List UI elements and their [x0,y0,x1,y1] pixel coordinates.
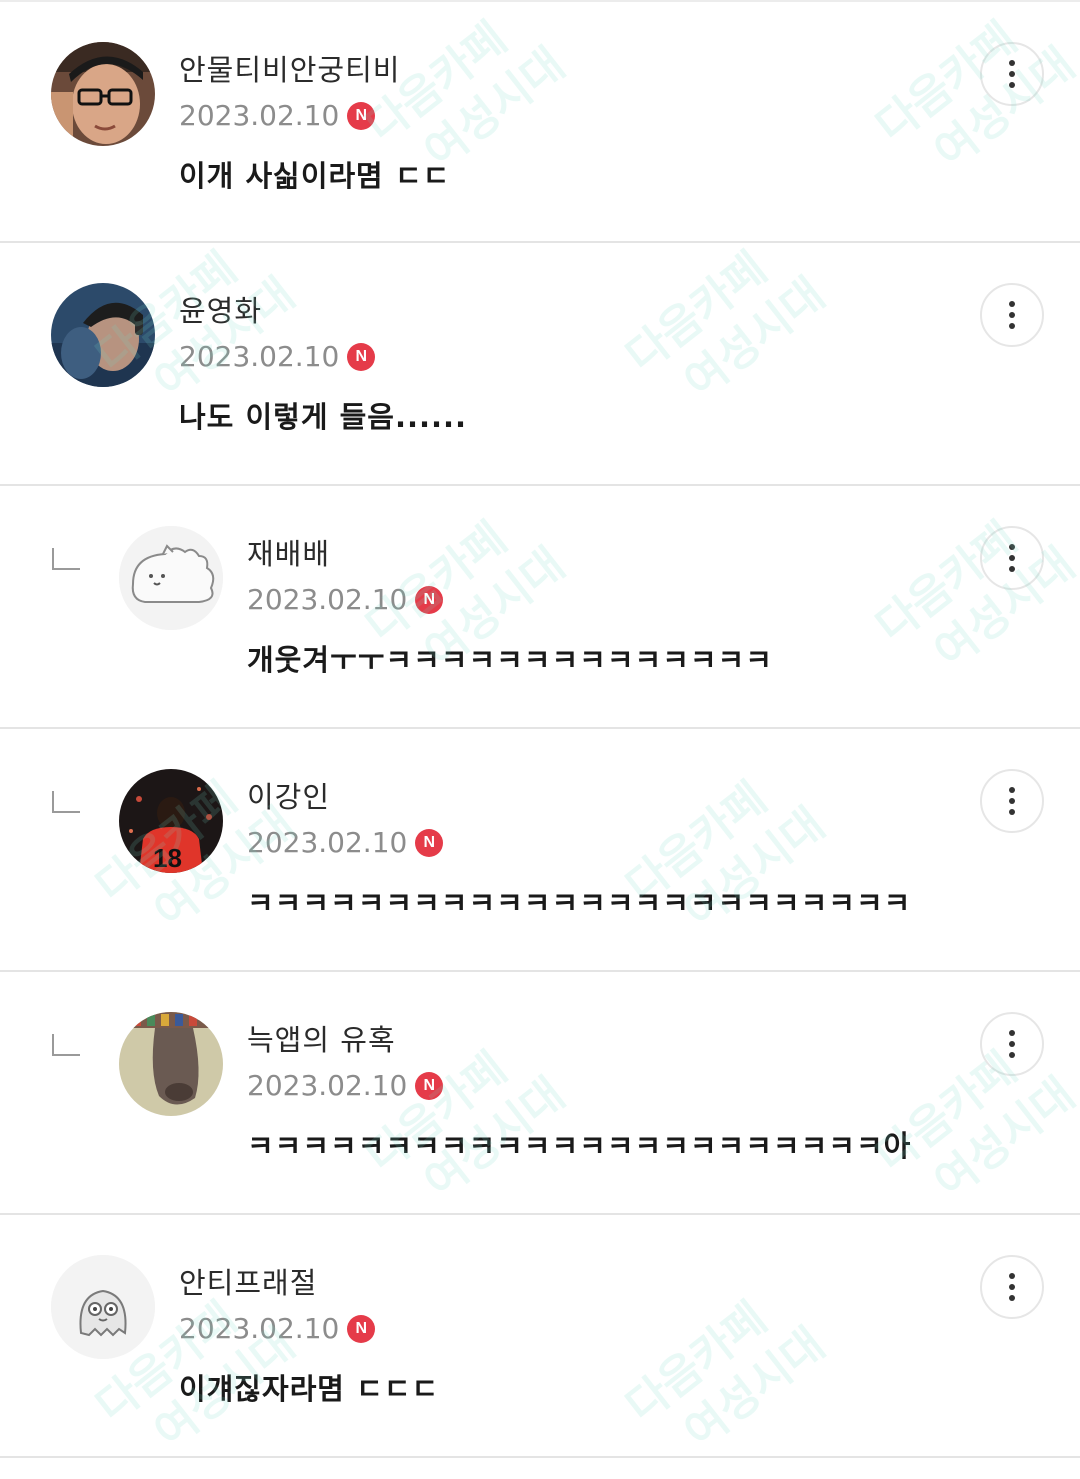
comment-date: 2023.02.10 [179,340,340,373]
more-options-button[interactable] [980,1012,1044,1076]
comment-author[interactable]: 재배배 [247,534,773,574]
avatar[interactable] [119,1012,223,1116]
more-dot-icon [1009,1273,1015,1279]
more-dot-icon [1009,301,1015,307]
comment-item-reply: 늑앱의 유혹 2023.02.10 N ㅋㅋㅋㅋㅋㅋㅋㅋㅋㅋㅋㅋㅋㅋㅋㅋㅋㅋㅋㅋ… [0,972,1080,1215]
comment-list: 안물티비안궁티비 2023.02.10 N 이개 사싦이라몀 ㄷㄷ 윤영화 20… [0,0,1080,1458]
user-photo-icon [51,42,155,146]
comment-text: 개웃겨ㅜㅜㅋㅋㅋㅋㅋㅋㅋㅋㅋㅋㅋㅋㅋㅋ [247,643,773,677]
comment-text: 나도 이렇게 들음...... [179,400,468,434]
avatar[interactable] [119,526,223,630]
comment-item-reply: 18 이강인 2023.02.10 N ㅋㅋㅋㅋㅋㅋㅋㅋㅋㅋㅋㅋㅋㅋㅋㅋㅋㅋㅋㅋ… [0,729,1080,972]
new-badge: N [347,1315,376,1343]
svg-text:18: 18 [153,843,182,873]
soccer-player-photo-icon: 18 [119,769,223,873]
reply-indicator-icon [52,548,80,570]
more-dot-icon [1009,566,1015,572]
animal-photo-icon [119,1012,223,1116]
comment-item-reply: 재배배 2023.02.10 N 개웃겨ㅜㅜㅋㅋㅋㅋㅋㅋㅋㅋㅋㅋㅋㅋㅋㅋ [0,486,1080,729]
comment-author[interactable]: 이강인 [247,777,911,817]
sheep-character-icon [119,526,223,630]
comment-date: 2023.02.10 [179,99,340,132]
new-badge: N [415,1072,444,1100]
avatar[interactable] [51,283,155,387]
comment-item: 안티프래절 2023.02.10 N 이걔짆자라몀 ㄷㄷㄷ [0,1215,1080,1458]
new-badge: N [347,343,376,371]
new-badge: N [415,829,444,857]
comment-author[interactable]: 윤영화 [179,291,467,331]
more-dot-icon [1009,1295,1015,1301]
comment-date: 2023.02.10 [179,1312,340,1345]
comment-text: ㅋㅋㅋㅋㅋㅋㅋㅋㅋㅋㅋㅋㅋㅋㅋㅋㅋㅋㅋㅋㅋㅋㅋㅋ [247,886,912,920]
more-dot-icon [1009,1041,1015,1047]
more-dot-icon [1009,787,1015,793]
reply-indicator-icon [52,1034,80,1056]
user-photo-icon [51,283,155,387]
more-dot-icon [1009,1284,1015,1290]
comment-date: 2023.02.10 [247,1069,408,1102]
more-options-button[interactable] [980,1255,1044,1319]
more-options-button[interactable] [980,526,1044,590]
comment-text: ㅋㅋㅋㅋㅋㅋㅋㅋㅋㅋㅋㅋㅋㅋㅋㅋㅋㅋㅋㅋㅋㅋㅋ아 [247,1129,912,1163]
more-options-button[interactable] [980,769,1044,833]
more-dot-icon [1009,312,1015,318]
comment-item: 윤영화 2023.02.10 N 나도 이렇게 들음...... [0,243,1080,486]
avatar[interactable] [51,1255,155,1359]
more-dot-icon [1009,1052,1015,1058]
more-dot-icon [1009,60,1015,66]
more-dot-icon [1009,809,1015,815]
comment-date: 2023.02.10 [247,583,408,616]
new-badge: N [347,102,376,130]
comment-date: 2023.02.10 [247,826,408,859]
more-dot-icon [1009,798,1015,804]
comment-item: 안물티비안궁티비 2023.02.10 N 이개 사싦이라몀 ㄷㄷ [0,0,1080,243]
more-options-button[interactable] [980,283,1044,347]
comment-author[interactable]: 안물티비안궁티비 [179,50,450,90]
more-options-button[interactable] [980,42,1044,106]
more-dot-icon [1009,82,1015,88]
comment-text: 이걔짆자라몀 ㄷㄷㄷ [179,1372,440,1406]
ghost-character-icon [51,1255,155,1359]
more-dot-icon [1009,71,1015,77]
avatar[interactable] [51,42,155,146]
comment-author[interactable]: 안티프래절 [179,1263,439,1303]
more-dot-icon [1009,323,1015,329]
more-dot-icon [1009,555,1015,561]
reply-indicator-icon [52,791,80,813]
comment-text: 이개 사싦이라몀 ㄷㄷ [179,159,451,193]
more-dot-icon [1009,1030,1015,1036]
more-dot-icon [1009,544,1015,550]
comment-author[interactable]: 늑앱의 유혹 [247,1020,911,1060]
new-badge: N [415,586,444,614]
avatar[interactable]: 18 [119,769,223,873]
